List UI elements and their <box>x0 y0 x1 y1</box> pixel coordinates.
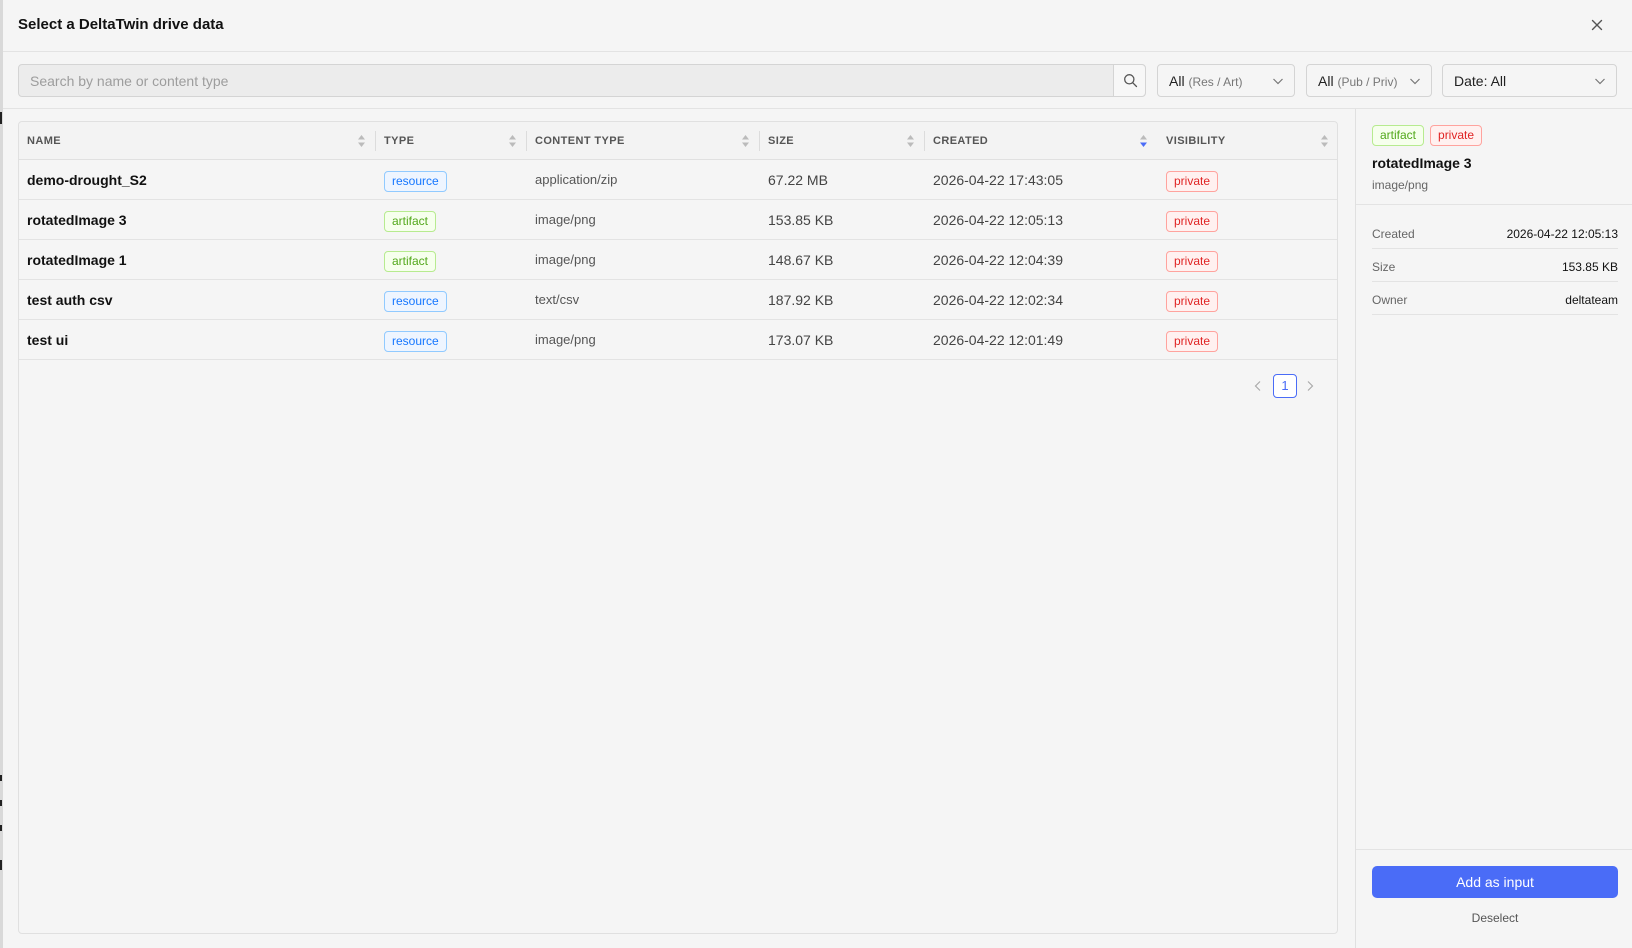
table-row[interactable]: demo-drought_S2 resource application/zip… <box>19 160 1337 200</box>
row-name: demo-drought_S2 <box>27 172 147 188</box>
type-tag: resource <box>384 170 447 192</box>
sort-icon <box>742 135 749 147</box>
type-tag: artifact <box>384 210 437 232</box>
chevron-right-icon[interactable] <box>1305 380 1315 392</box>
row-name: rotatedImage 3 <box>27 212 127 228</box>
row-size: 187.92 KB <box>768 292 834 308</box>
detail-name: rotatedImage 3 <box>1372 155 1472 171</box>
visibility-tag: private <box>1166 330 1219 352</box>
column-header-size[interactable]: SIZE <box>760 122 925 160</box>
column-header-created[interactable]: CREATED <box>925 122 1158 160</box>
type-tag: resource <box>384 330 447 352</box>
row-name: rotatedImage 1 <box>27 252 127 268</box>
select-drive-data-dialog: Select a DeltaTwin drive data All (Res /… <box>3 0 1632 948</box>
date-filter-select[interactable]: Date: All <box>1442 64 1617 97</box>
type-tag: resource <box>384 290 447 312</box>
row-created: 2026-04-22 17:43:05 <box>933 172 1063 188</box>
visibility-tag: private <box>1166 210 1219 232</box>
table-row[interactable]: test auth csv resource text/csv 187.92 K… <box>19 280 1337 320</box>
row-size: 153.85 KB <box>768 212 834 228</box>
page-number-button[interactable]: 1 <box>1273 374 1297 398</box>
row-size: 173.07 KB <box>768 332 834 348</box>
sort-icon <box>1321 135 1328 147</box>
detail-panel: artifact private rotatedImage 3 image/png… <box>1355 109 1632 948</box>
data-table: NAME TYPE CONTENT TYPE SIZE CREATED VISI… <box>18 121 1338 934</box>
filter-toolbar: All (Res / Art) All (Pub / Priv) Date: A… <box>3 52 1632 109</box>
row-created: 2026-04-22 12:01:49 <box>933 332 1063 348</box>
dialog-content: NAME TYPE CONTENT TYPE SIZE CREATED VISI… <box>3 109 1632 948</box>
close-button[interactable] <box>1586 14 1608 36</box>
pagination: 1 <box>1253 374 1317 398</box>
row-size: 67.22 MB <box>768 172 828 188</box>
search-box <box>18 64 1146 97</box>
row-created: 2026-04-22 12:04:39 <box>933 252 1063 268</box>
type-tag: artifact <box>384 250 437 272</box>
row-content-type: image/png <box>535 252 596 267</box>
search-input[interactable] <box>19 65 1113 96</box>
detail-meta-size: Size 153.85 KB <box>1372 250 1618 282</box>
chevron-left-icon[interactable] <box>1253 380 1263 392</box>
detail-content-type: image/png <box>1372 178 1429 192</box>
date-filter-value: Date: All <box>1454 73 1507 89</box>
row-content-type: image/png <box>535 212 596 227</box>
sort-icon <box>907 135 914 147</box>
detail-tags: artifact private <box>1372 125 1488 146</box>
row-created: 2026-04-22 12:05:13 <box>933 212 1063 228</box>
column-header-type[interactable]: TYPE <box>376 122 527 160</box>
sort-icon <box>509 135 516 147</box>
visibility-filter-select[interactable]: All (Pub / Priv) <box>1306 64 1432 97</box>
deselect-link[interactable]: Deselect <box>1372 911 1618 925</box>
dialog-header: Select a DeltaTwin drive data <box>3 0 1632 52</box>
table-row[interactable]: rotatedImage 1 artifact image/png 148.67… <box>19 240 1337 280</box>
chevron-down-icon <box>1273 78 1283 85</box>
detail-meta-owner: Owner deltateam <box>1372 283 1618 315</box>
row-content-type: text/csv <box>535 292 580 307</box>
add-as-input-button[interactable]: Add as input <box>1372 866 1618 898</box>
visibility-tag: private <box>1166 290 1219 312</box>
column-header-visibility[interactable]: VISIBILITY <box>1158 122 1339 160</box>
visibility-tag: private <box>1166 250 1219 272</box>
row-name: test auth csv <box>27 292 113 308</box>
row-content-type: image/png <box>535 332 596 347</box>
row-content-type: application/zip <box>535 172 618 187</box>
detail-meta-created: Created 2026-04-22 12:05:13 <box>1372 217 1618 249</box>
chevron-down-icon <box>1595 78 1605 85</box>
kind-filter-hint: (Res / Art) <box>1188 75 1243 89</box>
column-header-content-type[interactable]: CONTENT TYPE <box>527 122 760 160</box>
visibility-filter-value: All <box>1318 73 1334 89</box>
visibility-filter-hint: (Pub / Priv) <box>1337 75 1398 89</box>
chevron-down-icon <box>1410 78 1420 85</box>
row-name: test ui <box>27 332 69 348</box>
row-created: 2026-04-22 12:02:34 <box>933 292 1063 308</box>
detail-visibility-tag: private <box>1430 125 1483 146</box>
sort-descending-icon <box>1140 135 1147 147</box>
kind-filter-select[interactable]: All (Res / Art) <box>1157 64 1295 97</box>
visibility-tag: private <box>1166 170 1219 192</box>
table-row[interactable]: rotatedImage 3 artifact image/png 153.85… <box>19 200 1337 240</box>
kind-filter-value: All <box>1169 73 1185 89</box>
search-icon <box>1124 74 1138 88</box>
column-header-name[interactable]: NAME <box>19 122 376 160</box>
table-header: NAME TYPE CONTENT TYPE SIZE CREATED VISI… <box>19 122 1337 160</box>
search-button[interactable] <box>1113 65 1145 96</box>
dialog-title: Select a DeltaTwin drive data <box>18 16 224 33</box>
close-icon <box>1591 19 1603 31</box>
row-size: 148.67 KB <box>768 252 834 268</box>
table-row[interactable]: test ui resource image/png 173.07 KB 202… <box>19 320 1337 360</box>
sort-icon <box>358 135 365 147</box>
detail-type-tag: artifact <box>1372 125 1425 146</box>
